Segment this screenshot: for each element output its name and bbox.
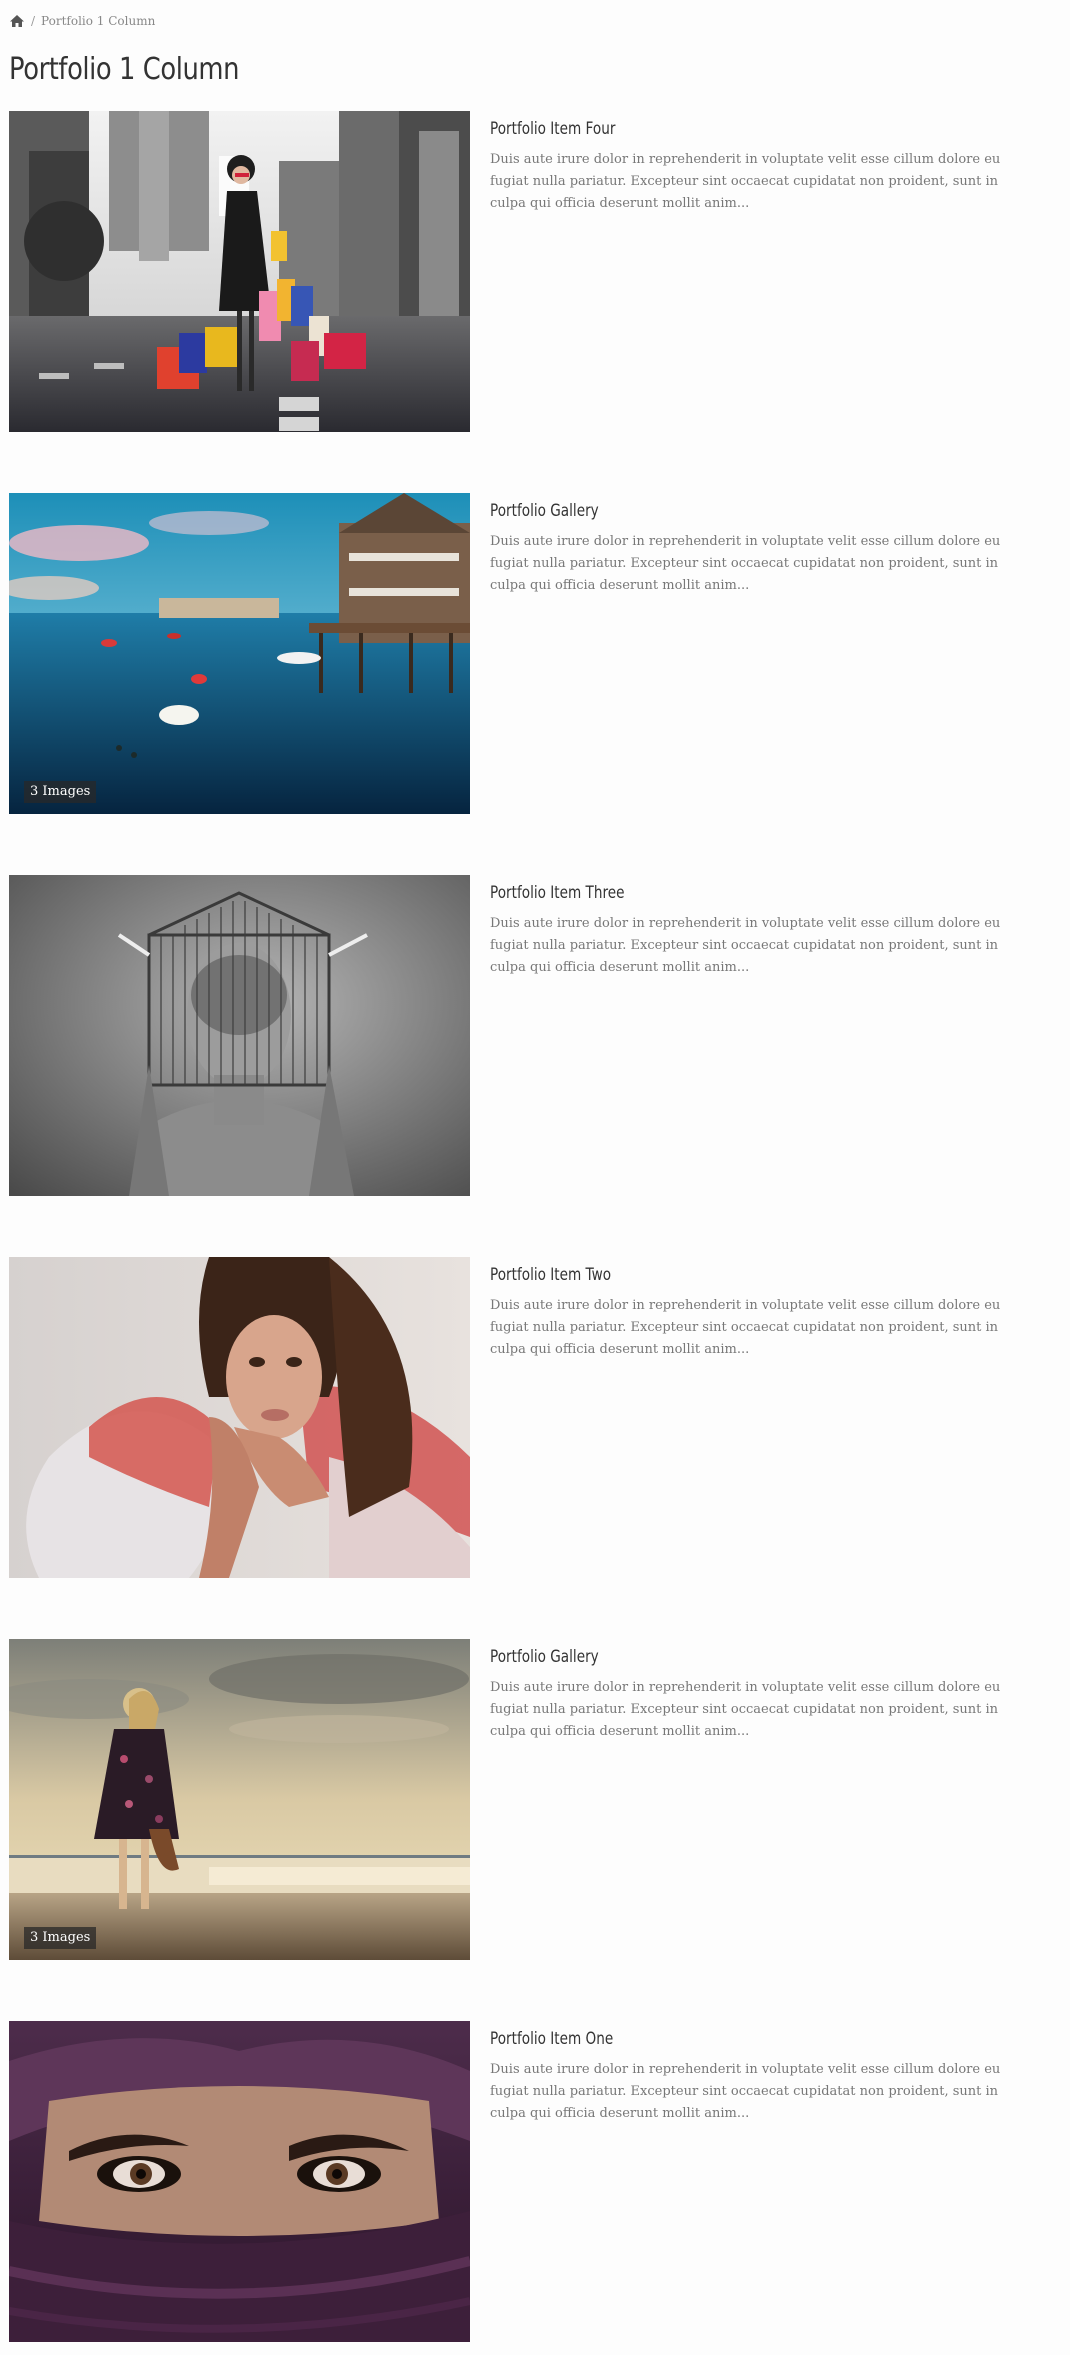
portfolio-page: / Portfolio 1 Column Portfolio 1 Column [0,0,1070,2355]
portfolio-thumbnail[interactable] [9,875,470,1196]
portfolio-item-excerpt: Duis aute irure dolor in reprehenderit i… [490,2062,1001,2121]
portfolio-item-title[interactable]: Portfolio Gallery [490,499,906,523]
portfolio-thumbnail[interactable] [9,2021,470,2342]
home-icon[interactable] [9,14,25,28]
portfolio-item: Portfolio Item Three Duis aute irure dol… [9,875,1061,1196]
portfolio-item-title[interactable]: Portfolio Item One [490,2027,906,2051]
portfolio-item-body: Portfolio Item Four Duis aute irure dolo… [490,117,1010,215]
portfolio-item-title[interactable]: Portfolio Item Three [490,881,906,905]
image-count-badge: 3 Images [24,781,97,803]
portfolio-item-title[interactable]: Portfolio Item Four [490,117,906,141]
portfolio-item-body: Portfolio Item Three Duis aute irure dol… [490,881,1010,979]
portfolio-item: Portfolio Item One Duis aute irure dolor… [9,2021,1061,2342]
portfolio-list: Portfolio Item Four Duis aute irure dolo… [9,111,1061,2355]
portfolio-thumbnail[interactable] [9,111,470,432]
portfolio-item-excerpt: Duis aute irure dolor in reprehenderit i… [490,1298,1001,1357]
portfolio-item-title[interactable]: Portfolio Item Two [490,1263,906,1287]
portfolio-item-excerpt: Duis aute irure dolor in reprehenderit i… [490,916,1001,975]
portfolio-thumbnail[interactable]: 3 Images [9,1639,470,1960]
portfolio-item-body: Portfolio Gallery Duis aute irure dolor … [490,499,1010,597]
portfolio-thumbnail[interactable] [9,1257,470,1578]
portfolio-item-body: Portfolio Item Two Duis aute irure dolor… [490,1263,1010,1361]
page-title: Portfolio 1 Column [9,52,240,87]
portfolio-item-excerpt: Duis aute irure dolor in reprehenderit i… [490,534,1001,593]
portfolio-item-body: Portfolio Gallery Duis aute irure dolor … [490,1645,1010,1743]
portfolio-item: 3 Images Portfolio Gallery Duis aute iru… [9,1639,1061,1960]
portfolio-item-excerpt: Duis aute irure dolor in reprehenderit i… [490,1680,1001,1739]
portfolio-item: 3 Images Portfolio Gallery Duis aute iru… [9,493,1061,814]
portfolio-item: Portfolio Item Two Duis aute irure dolor… [9,1257,1061,1578]
image-count-badge: 3 Images [24,1927,97,1949]
breadcrumb-separator: / [31,14,36,28]
portfolio-item-body: Portfolio Item One Duis aute irure dolor… [490,2027,1010,2125]
breadcrumb-current: Portfolio 1 Column [41,14,156,28]
portfolio-item: Portfolio Item Four Duis aute irure dolo… [9,111,1061,432]
portfolio-item-excerpt: Duis aute irure dolor in reprehenderit i… [490,152,1001,211]
portfolio-item-title[interactable]: Portfolio Gallery [490,1645,906,1669]
portfolio-thumbnail[interactable]: 3 Images [9,493,470,814]
breadcrumb: / Portfolio 1 Column [9,12,155,30]
